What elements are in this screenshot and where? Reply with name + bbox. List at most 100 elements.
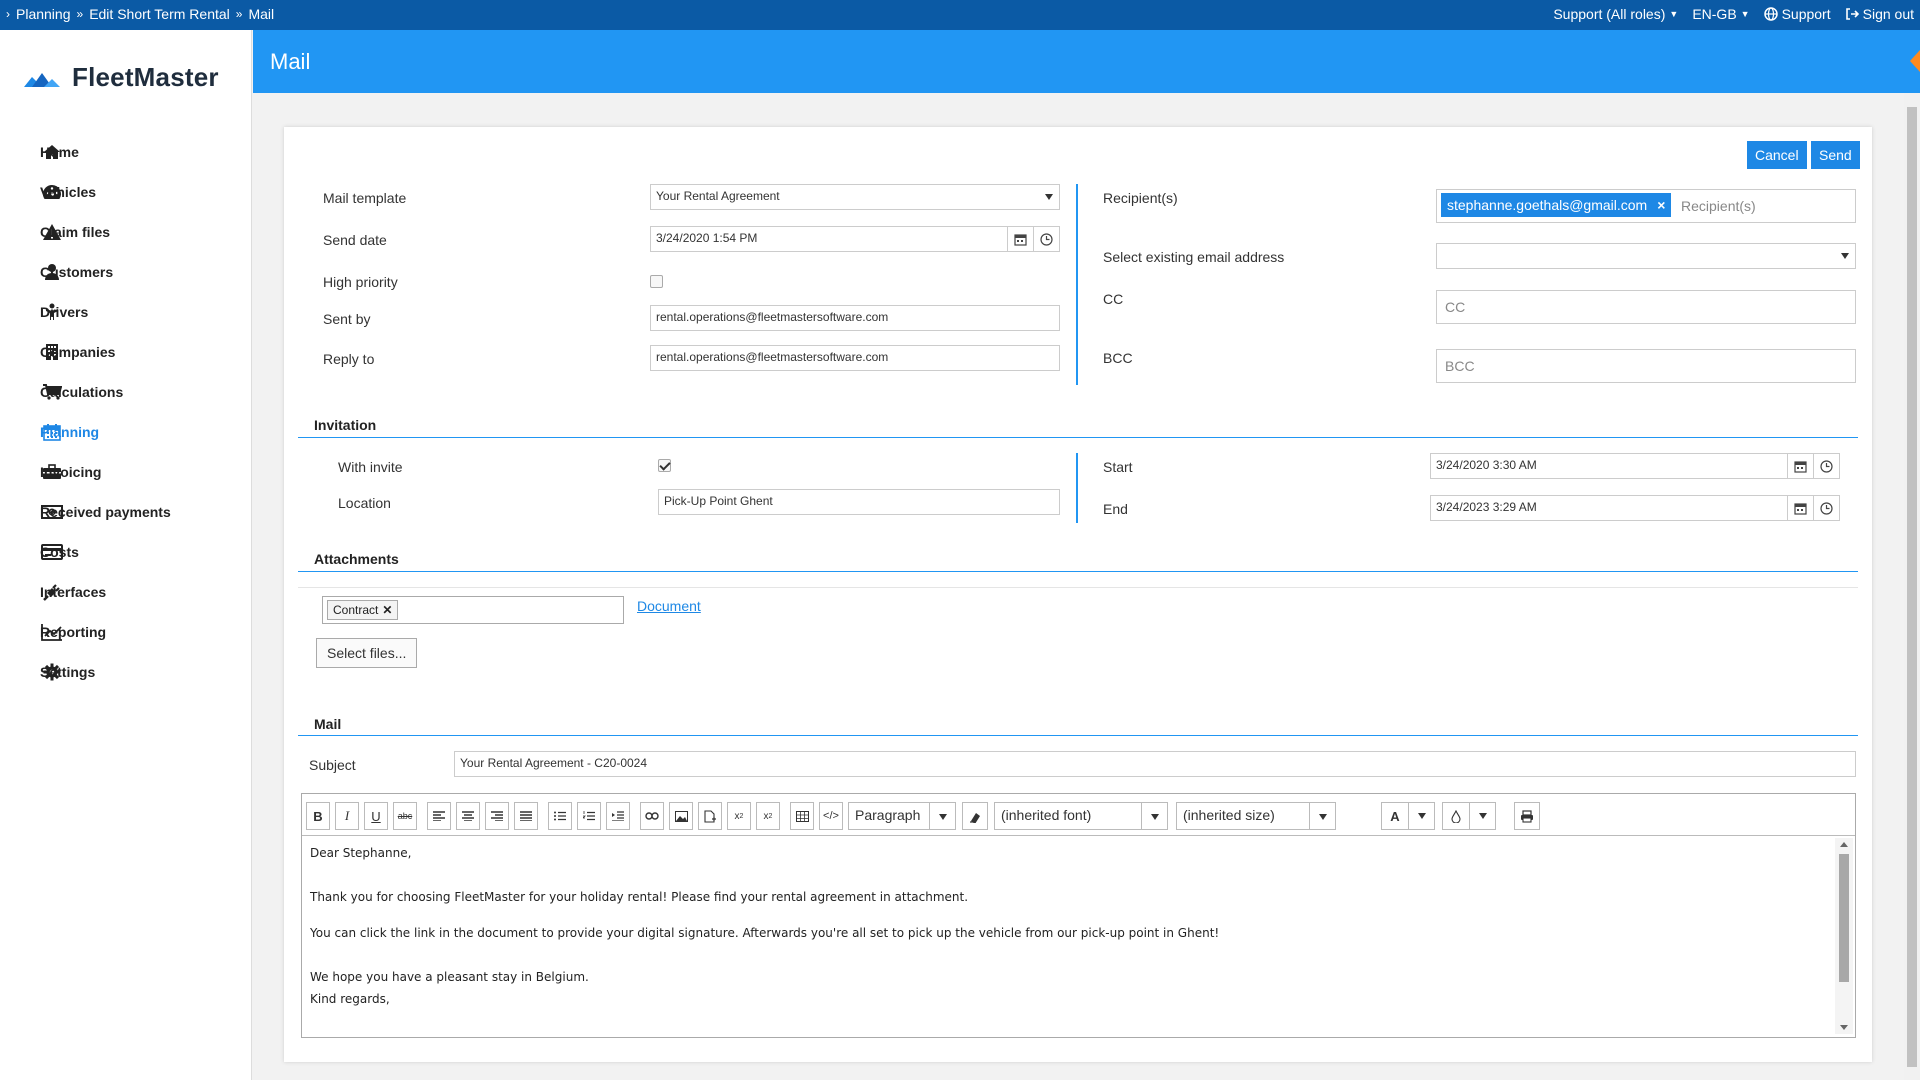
- close-icon[interactable]: ✕: [382, 603, 392, 617]
- bold-icon[interactable]: B: [306, 802, 330, 830]
- support-label: Support: [1781, 6, 1831, 22]
- end-datetime-input[interactable]: 3/24/2023 3:29 AM: [1430, 495, 1840, 521]
- body-line: Thank you for choosing FleetMaster for y…: [310, 890, 969, 904]
- bcc-input[interactable]: BCC: [1436, 349, 1856, 383]
- high-priority-checkbox[interactable]: [650, 275, 663, 288]
- clock-icon[interactable]: [1813, 496, 1839, 520]
- sidebar-item-label: Reporting: [40, 624, 107, 640]
- subject-input[interactable]: Your Rental Agreement - C20-0024: [454, 751, 1856, 777]
- sent-by-input[interactable]: rental.operations@fleetmastersoftware.co…: [650, 305, 1060, 331]
- print-icon[interactable]: [1514, 802, 1540, 830]
- numbered-list-icon[interactable]: [577, 802, 601, 830]
- calendar-icon[interactable]: [1787, 454, 1813, 478]
- align-left-icon[interactable]: [427, 802, 451, 830]
- sidebar-item-customers[interactable]: Customers: [0, 252, 252, 292]
- scrollbar-thumb[interactable]: [1907, 107, 1917, 1067]
- cc-input[interactable]: CC: [1436, 290, 1856, 324]
- sidebar-item-interfaces[interactable]: Interfaces: [0, 572, 252, 612]
- calendar-icon[interactable]: [1007, 227, 1033, 251]
- editor-scrollbar[interactable]: [1835, 838, 1853, 1034]
- existing-email-dropdown[interactable]: [1436, 243, 1856, 269]
- body-line: [310, 960, 1828, 968]
- sidebar-item-invoicing[interactable]: Invoicing: [0, 452, 252, 492]
- scroll-down-icon[interactable]: [1840, 1025, 1848, 1030]
- attachment-type-input[interactable]: Contract ✕: [322, 596, 624, 624]
- align-right-icon[interactable]: [485, 802, 509, 830]
- section-divider: [298, 735, 1858, 736]
- breadcrumb-edit-rental[interactable]: Edit Short Term Rental: [89, 6, 230, 22]
- chevron-down-icon: [1045, 194, 1053, 200]
- font-dropdown[interactable]: (inherited font): [994, 802, 1168, 830]
- sidebar-item-home[interactable]: Home: [0, 132, 252, 172]
- attachment-type-tag[interactable]: Contract ✕: [327, 600, 399, 620]
- section-divider: [298, 437, 1858, 438]
- mail-template-dropdown[interactable]: Your Rental Agreement: [650, 184, 1060, 210]
- recipients-input[interactable]: stephanne.goethals@gmail.com × Recipient…: [1436, 189, 1856, 223]
- align-center-icon[interactable]: [456, 802, 480, 830]
- sidebar-item-reporting[interactable]: Reporting: [0, 612, 252, 652]
- send-button[interactable]: Send: [1811, 141, 1860, 169]
- scroll-up-icon[interactable]: [1840, 842, 1848, 847]
- sidebar-item-settings[interactable]: Settings: [0, 652, 252, 692]
- bullet-list-icon[interactable]: [548, 802, 572, 830]
- sidebar-item-received-payments[interactable]: $ Received payments: [0, 492, 252, 532]
- calendar-icon[interactable]: [1787, 496, 1813, 520]
- select-files-button[interactable]: Select files...: [316, 638, 418, 668]
- cancel-button[interactable]: Cancel: [1747, 141, 1807, 169]
- sidebar-item-vehicles[interactable]: Vehicles: [0, 172, 252, 212]
- superscript-icon[interactable]: x2: [756, 802, 780, 830]
- scrollbar-thumb[interactable]: [1839, 854, 1849, 982]
- sign-out-link[interactable]: Sign out: [1845, 6, 1914, 22]
- justify-icon[interactable]: [514, 802, 538, 830]
- insert-file-icon[interactable]: [698, 802, 722, 830]
- strikethrough-icon[interactable]: abc: [393, 802, 417, 830]
- app-logo[interactable]: FleetMaster: [24, 62, 219, 93]
- close-icon[interactable]: ×: [1657, 197, 1665, 213]
- sidebar-item-claim-files[interactable]: Claim files: [0, 212, 252, 252]
- table-icon[interactable]: [790, 802, 814, 830]
- sidebar-item-label: Home: [40, 144, 79, 160]
- support-link[interactable]: Support: [1763, 6, 1831, 22]
- send-date-input[interactable]: 3/24/2020 1:54 PM: [650, 226, 1060, 252]
- subscript-icon[interactable]: x2: [727, 802, 751, 830]
- editor-content[interactable]: Dear Stephanne, Thank you for choosing F…: [304, 838, 1834, 1034]
- sidebar-item-planning[interactable]: Planning: [0, 412, 252, 452]
- font-color-picker[interactable]: A: [1381, 802, 1435, 830]
- sidebar-item-companies[interactable]: Companies: [0, 332, 252, 372]
- reply-to-input[interactable]: rental.operations@fleetmastersoftware.co…: [650, 345, 1060, 371]
- document-link[interactable]: Document: [637, 598, 701, 614]
- image-icon[interactable]: [669, 802, 693, 830]
- with-invite-checkbox[interactable]: [658, 459, 671, 472]
- attachment-tag-label: Contract: [333, 603, 379, 617]
- sidebar-item-label: Claim files: [40, 224, 111, 240]
- column-divider: [1076, 453, 1078, 523]
- indent-icon[interactable]: [606, 802, 630, 830]
- underline-icon[interactable]: U: [364, 802, 388, 830]
- clock-icon[interactable]: [1813, 454, 1839, 478]
- italic-icon[interactable]: I: [335, 802, 359, 830]
- format-dropdown[interactable]: Paragraph: [848, 802, 956, 830]
- view-html-icon[interactable]: </>: [819, 802, 843, 830]
- sidebar-item-costs[interactable]: Costs: [0, 532, 252, 572]
- recipient-chip[interactable]: stephanne.goethals@gmail.com ×: [1441, 193, 1672, 217]
- sidebar-item-drivers[interactable]: Drivers: [0, 292, 252, 332]
- panel-toggle-icon[interactable]: [1910, 50, 1920, 72]
- clean-formatting-icon[interactable]: [962, 802, 988, 830]
- page-scrollbar[interactable]: [1904, 93, 1920, 1080]
- cc-placeholder: CC: [1445, 299, 1466, 315]
- body-line: Kind regards,: [310, 992, 390, 1006]
- link-icon[interactable]: [640, 802, 664, 830]
- font-size-dropdown[interactable]: (inherited size): [1176, 802, 1336, 830]
- subject-value: Your Rental Agreement - C20-0024: [460, 756, 648, 770]
- clock-icon[interactable]: [1033, 227, 1059, 251]
- sidebar-item-calculations[interactable]: Calculations: [0, 372, 252, 412]
- background-color-picker[interactable]: [1442, 802, 1496, 830]
- section-divider: [298, 571, 1858, 572]
- role-selector[interactable]: Support (All roles) ▼: [1553, 6, 1678, 22]
- breadcrumb-planning[interactable]: Planning: [16, 6, 71, 22]
- start-datetime-input[interactable]: 3/24/2020 3:30 AM: [1430, 453, 1840, 479]
- recipients-placeholder: Recipient(s): [1681, 198, 1756, 214]
- location-input[interactable]: Pick-Up Point Ghent: [658, 489, 1060, 515]
- language-selector[interactable]: EN-GB ▼: [1692, 6, 1749, 22]
- with-invite-label: With invite: [338, 459, 403, 475]
